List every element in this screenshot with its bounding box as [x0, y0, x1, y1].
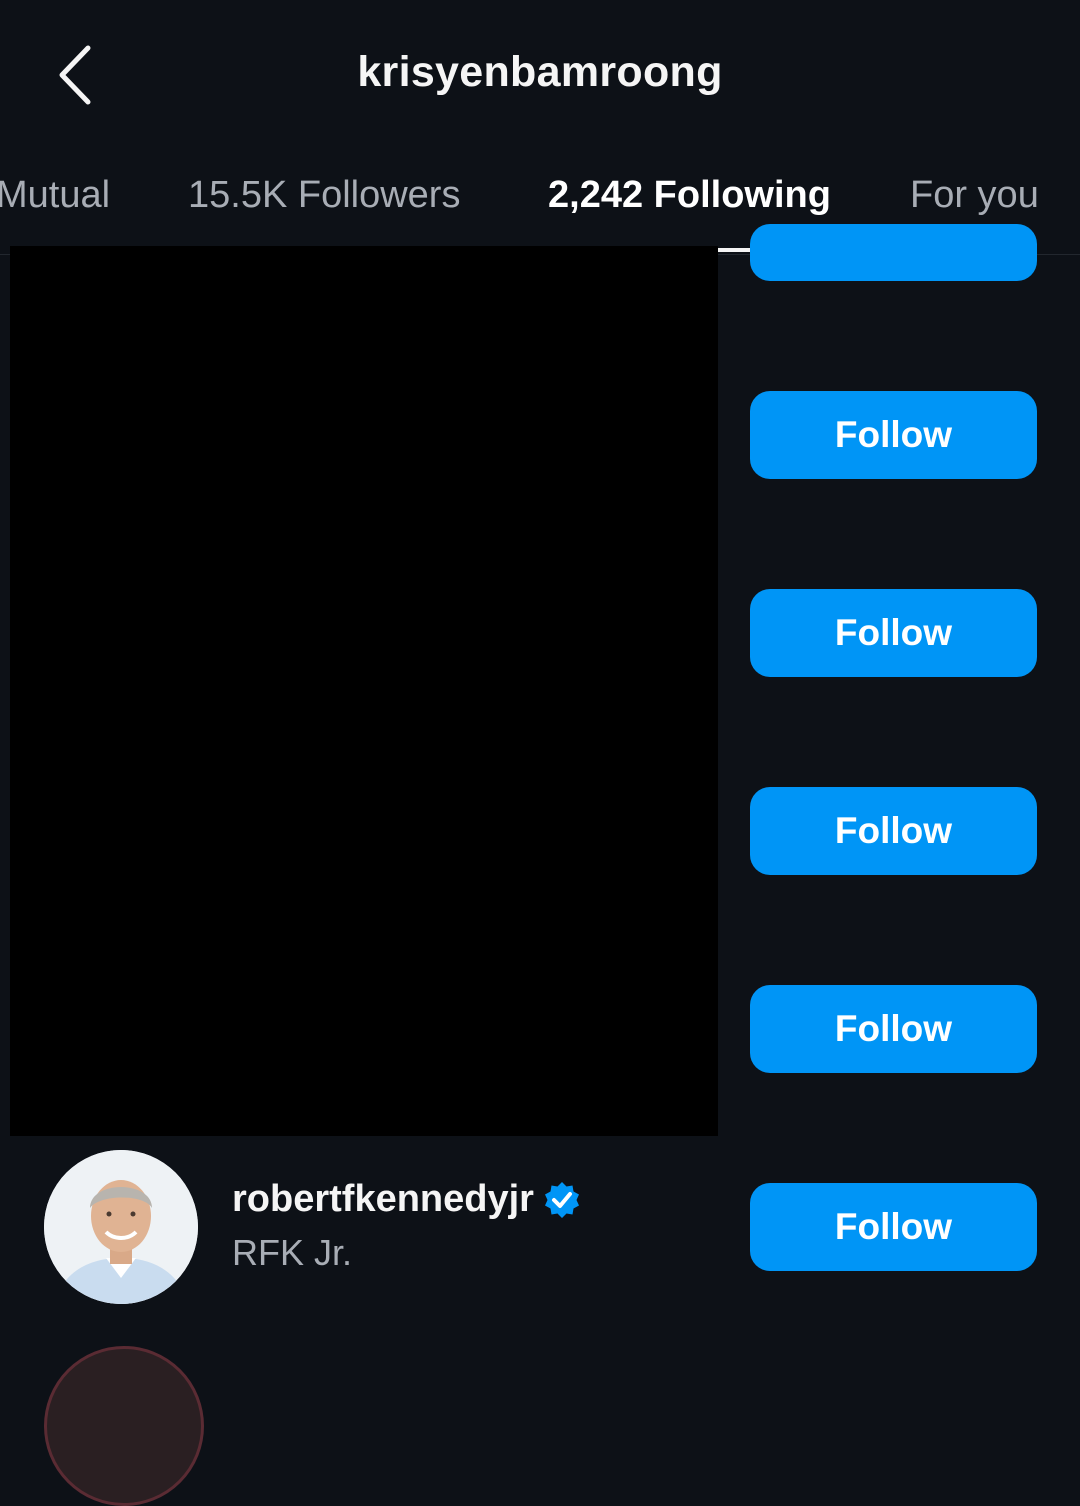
profile-photo: [44, 1150, 198, 1304]
full-name: RFK Jr.: [232, 1232, 353, 1273]
verified-badge-icon: [544, 1181, 579, 1218]
avatar[interactable]: [44, 1346, 204, 1506]
username-row[interactable]: robertfkennedyjr: [232, 1178, 582, 1221]
tab-mutual[interactable]: Mutual: [0, 174, 110, 217]
tab-for-you[interactable]: For you: [910, 174, 1039, 217]
follow-button[interactable]: Follow: [750, 391, 1037, 479]
follow-button[interactable]: Follow: [750, 1183, 1037, 1271]
follow-button[interactable]: Follow: [750, 985, 1037, 1073]
username[interactable]: robertfkennedyjr: [232, 1178, 534, 1221]
follow-button[interactable]: [750, 224, 1037, 281]
avatar[interactable]: [44, 1150, 198, 1304]
follow-button[interactable]: Follow: [750, 787, 1037, 875]
tab-followers[interactable]: 15.5K Followers: [188, 174, 460, 217]
redacted-area: [10, 246, 718, 1136]
tab-following[interactable]: 2,242 Following: [548, 174, 831, 217]
follow-button[interactable]: Follow: [750, 589, 1037, 677]
page-title: krisyenbamroong: [357, 48, 723, 96]
header: krisyenbamroong: [0, 0, 1080, 150]
